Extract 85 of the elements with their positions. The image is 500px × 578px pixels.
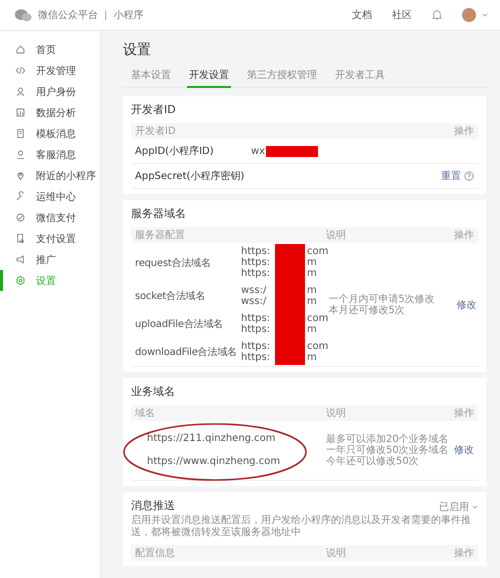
column-header: 操作 xyxy=(453,125,474,138)
platform-title: 微信公众平台 xyxy=(38,8,98,22)
column-header: 说明 xyxy=(326,229,347,242)
sidebar-item[interactable]: 模板消息 xyxy=(0,123,100,144)
column-header: 操作 xyxy=(453,547,474,560)
top-link[interactable]: 文档 xyxy=(352,8,372,22)
url-start: https: xyxy=(241,352,272,363)
table-cell: wx xyxy=(251,146,266,156)
url-end: m xyxy=(307,268,317,279)
note-text: 今年还可以修改50次 xyxy=(326,456,420,466)
person-icon xyxy=(15,149,26,160)
url-start: wss:/ xyxy=(241,296,268,307)
url-end: com xyxy=(307,313,328,324)
tab[interactable]: 开发设置 xyxy=(187,65,231,88)
url-end: m xyxy=(307,257,317,268)
help-icon[interactable] xyxy=(464,171,474,181)
note-text: 一年只可修改50次业务域名 xyxy=(326,444,450,456)
sidebar-item[interactable]: 用户身份 xyxy=(0,81,100,102)
sidebar-item[interactable]: 微信支付 xyxy=(0,207,100,228)
sidebar-item[interactable]: 附近的小程序 xyxy=(0,165,100,186)
domain-text: https://211.qinzheng.com xyxy=(147,433,276,444)
megaphone-icon xyxy=(15,254,26,265)
table-cell-text: AppSecret(小程序密钥) xyxy=(135,170,246,183)
url-start: https: xyxy=(241,246,272,257)
sidebar-item[interactable]: 开发管理 xyxy=(0,60,100,81)
home-icon xyxy=(15,44,26,55)
column-header: 说明 xyxy=(326,547,347,560)
url-end: m xyxy=(307,324,317,335)
column-header: 配置信息 xyxy=(135,546,176,560)
url-end: com xyxy=(307,341,328,352)
avatar[interactable] xyxy=(462,8,476,22)
settings-icon xyxy=(15,275,26,286)
card-title: 服务器域名 xyxy=(131,206,187,221)
column-header: 操作 xyxy=(453,407,474,420)
title-separator: | xyxy=(104,10,108,20)
url-start: https: xyxy=(241,257,272,268)
modify-link[interactable]: 修改 xyxy=(450,443,474,457)
sidebar-item[interactable]: 运维中心 xyxy=(0,186,100,207)
document-icon xyxy=(15,128,26,139)
column-header: 操作 xyxy=(453,229,474,242)
url-end: com xyxy=(307,246,328,257)
bell-icon[interactable] xyxy=(432,9,442,21)
url-start: https: xyxy=(241,313,272,324)
url-end: m xyxy=(307,296,317,307)
code-icon xyxy=(15,65,26,76)
url-start: https: xyxy=(241,324,272,335)
table-cell-text: request合法域名 xyxy=(135,256,212,270)
sidebar-item[interactable]: 首页 xyxy=(0,39,100,60)
page-title: 设置 xyxy=(123,41,152,59)
sidebar-item[interactable]: 推广 xyxy=(0,249,100,270)
note-text: 本月还可修改5次 xyxy=(328,304,405,316)
product-title: 小程序 xyxy=(113,8,144,22)
card-title: 业务域名 xyxy=(131,384,176,399)
column-header: 域名 xyxy=(135,406,156,420)
url-start: wss:/ xyxy=(241,285,268,296)
table-cell-text: socket合法域名 xyxy=(135,290,206,303)
table-cell-text: downloadFile合法域名 xyxy=(135,346,238,359)
domain-text: https://www.qinzheng.com xyxy=(147,456,280,467)
url-start: https: xyxy=(241,268,272,279)
sidebar-item[interactable]: 数据分析 xyxy=(0,102,100,123)
note-text: 一个月内可申请5次修改 xyxy=(328,294,436,304)
caret-icon[interactable] xyxy=(482,13,488,17)
table-cell-text: AppID(小程序ID) xyxy=(135,144,215,158)
caret-icon[interactable] xyxy=(472,504,478,508)
phone-icon xyxy=(15,233,26,244)
modify-link[interactable]: 修改 xyxy=(452,298,476,312)
url-start: https: xyxy=(241,341,272,352)
user-icon xyxy=(15,86,26,97)
url-end: m xyxy=(307,285,317,296)
card-title: 开发者ID xyxy=(131,102,177,117)
column-header: 开发者ID xyxy=(135,124,177,138)
top-link[interactable]: 社区 xyxy=(392,8,412,22)
location-pin-icon xyxy=(15,170,26,181)
chart-icon xyxy=(15,107,26,118)
card-title: 消息推送 xyxy=(131,498,175,513)
url-end: m xyxy=(307,352,317,363)
sidebar-item[interactable]: 支付设置 xyxy=(0,228,100,249)
column-header: 服务器配置 xyxy=(135,228,186,242)
description-text: 启用并设置消息推送配置后，用户发给小程序的消息以及开发者需要的事件推送，都将被微信转发至该服务器地址中 xyxy=(131,515,472,539)
column-header: 说明 xyxy=(326,407,347,420)
note-text: 最多可以添加20个业务域名 xyxy=(326,434,450,444)
chat-bubbles-icon xyxy=(14,8,32,22)
table-cell-text: uploadFile合法域名 xyxy=(135,318,224,331)
reset-link[interactable]: 重置 xyxy=(441,169,461,183)
sidebar-item[interactable]: 客服消息 xyxy=(0,144,100,165)
